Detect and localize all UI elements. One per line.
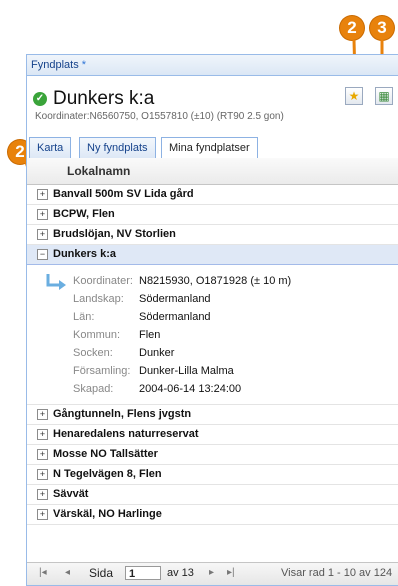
row-name: Sävvät: [53, 488, 89, 500]
detail-value-socken: Dunker: [139, 347, 175, 359]
detail-value-koordinater: N8215930, O1871928 (± 10 m): [139, 275, 292, 287]
row-name: Mosse NO Tallsätter: [53, 448, 158, 460]
table-row[interactable]: + Mosse NO Tallsätter: [27, 445, 398, 465]
last-page-icon[interactable]: ▸|: [227, 567, 235, 578]
page-title: Dunkers k:a: [53, 88, 155, 109]
row-name: Gångtunneln, Flens jvgstn: [53, 408, 192, 420]
prev-page-icon[interactable]: ◂: [65, 567, 70, 578]
row-name: Brudslöjan, NV Storlien: [53, 228, 176, 240]
column-header-lokalnamn[interactable]: Lokalnamn: [67, 164, 130, 178]
table-row[interactable]: + N Tegelvägen 8, Flen: [27, 465, 398, 485]
detail-label-forsamling: Församling:: [73, 365, 131, 377]
paging-toolbar: |◂ ◂ Sida 1 av 13 ▸ ▸| Visar rad 1 - 10 …: [27, 562, 398, 585]
tab-strip: Karta Ny fyndplats Mina fyndplatser: [27, 134, 398, 159]
expand-icon[interactable]: +: [37, 489, 48, 500]
callout-badge-map: 3: [370, 16, 394, 40]
row-name: Dunkers k:a: [53, 248, 116, 260]
tab-ny-fyndplats[interactable]: Ny fyndplats: [79, 137, 156, 158]
detail-value-lan: Södermanland: [139, 311, 211, 323]
panel-header: Fyndplats *: [27, 55, 398, 76]
detail-value-kommun: Flen: [139, 329, 161, 341]
row-name: BCPW, Flen: [53, 208, 115, 220]
table-row[interactable]: + Banvall 500m SV Lida gård: [27, 185, 398, 205]
first-page-icon[interactable]: |◂: [39, 567, 47, 578]
table-row[interactable]: + Gångtunneln, Flens jvgstn: [27, 405, 398, 425]
expand-icon[interactable]: +: [37, 509, 48, 520]
fyndplats-panel: Fyndplats * ✓ Dunkers k:a Koordinater:N6…: [26, 54, 398, 586]
page-label: Sida: [89, 566, 114, 580]
detail-label-lan: Län:: [73, 311, 95, 323]
collapse-icon[interactable]: −: [37, 249, 48, 260]
page-number-input[interactable]: 1: [125, 566, 161, 580]
modified-indicator: *: [81, 59, 87, 71]
next-page-icon[interactable]: ▸: [209, 567, 214, 578]
detail-value-forsamling: Dunker-Lilla Malma: [139, 365, 234, 377]
detail-label-koordinater: Koordinater:: [73, 275, 133, 287]
table-row[interactable]: + Henaredalens naturreservat: [27, 425, 398, 445]
page-total: av 13: [167, 567, 194, 579]
check-circle-icon: ✓: [33, 92, 47, 106]
detail-label-socken: Socken:: [73, 347, 113, 359]
row-detail-panel: Koordinater: N8215930, O1871928 (± 10 m)…: [27, 265, 398, 405]
tab-karta[interactable]: Karta: [29, 137, 72, 158]
detail-label-skapad: Skapad:: [73, 383, 114, 395]
locations-grid: Lokalnamn + Banvall 500m SV Lida gård + …: [27, 158, 398, 525]
coordinates-subtitle: Koordinater:N6560750, O1557810 (±10) (RT…: [35, 111, 284, 122]
detail-label-kommun: Kommun:: [73, 329, 121, 341]
panel-header-title: Fyndplats: [31, 59, 79, 71]
expand-icon[interactable]: +: [37, 449, 48, 460]
grid-header: Lokalnamn: [27, 158, 398, 185]
expand-icon[interactable]: +: [37, 189, 48, 200]
map-icon: ▦: [378, 89, 390, 103]
detail-value-landskap: Södermanland: [139, 293, 211, 305]
tab-mina-fyndplatser[interactable]: Mina fyndplatser: [161, 137, 258, 159]
table-row[interactable]: + Brudslöjan, NV Storlien: [27, 225, 398, 245]
favorite-button[interactable]: ★: [345, 87, 363, 105]
row-name: Värskäl, NO Harlinge: [53, 508, 162, 520]
detail-arrow-icon: [46, 274, 66, 290]
expand-icon[interactable]: +: [37, 429, 48, 440]
table-row[interactable]: + Värskäl, NO Harlinge: [27, 505, 398, 525]
row-name: Banvall 500m SV Lida gård: [53, 188, 194, 200]
table-row[interactable]: + Sävvät: [27, 485, 398, 505]
table-row-selected[interactable]: − Dunkers k:a: [27, 245, 398, 265]
row-name: Henaredalens naturreservat: [53, 428, 199, 440]
title-row: ✓ Dunkers k:a: [33, 88, 154, 110]
detail-label-landskap: Landskap:: [73, 293, 124, 305]
callout-badge-star: 2: [340, 16, 364, 40]
expand-icon[interactable]: +: [37, 209, 48, 220]
table-row[interactable]: + BCPW, Flen: [27, 205, 398, 225]
expand-icon[interactable]: +: [37, 409, 48, 420]
expand-icon[interactable]: +: [37, 229, 48, 240]
show-map-button[interactable]: ▦: [375, 87, 393, 105]
detail-value-skapad: 2004-06-14 13:24:00: [139, 383, 242, 395]
paging-status: Visar rad 1 - 10 av 124: [281, 567, 393, 579]
star-icon: ★: [348, 89, 360, 103]
row-name: N Tegelvägen 8, Flen: [53, 468, 162, 480]
expand-icon[interactable]: +: [37, 469, 48, 480]
